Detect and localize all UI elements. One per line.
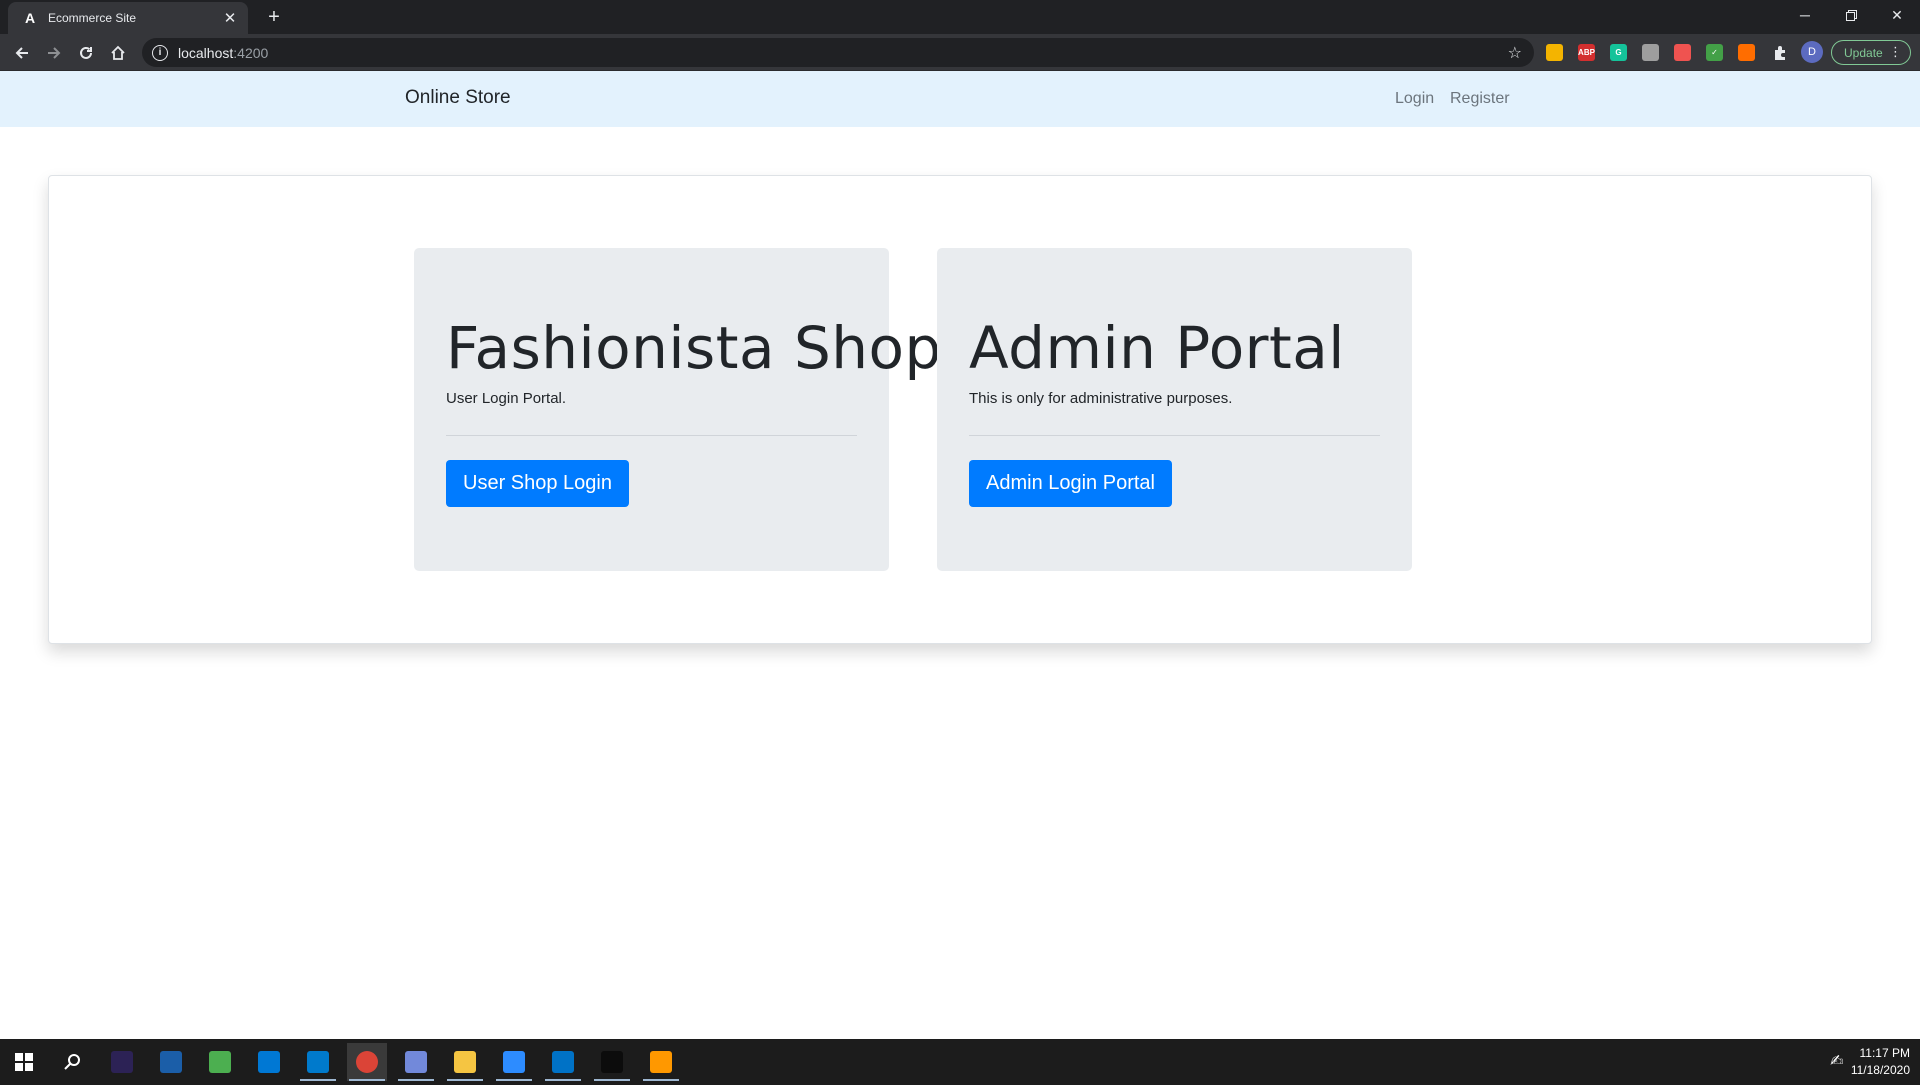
chrome-taskbar-button[interactable] [347, 1043, 387, 1081]
close-window-icon[interactable]: ✕ [1874, 0, 1920, 30]
sublime-taskbar-button[interactable] [641, 1043, 681, 1081]
admin-login-portal-button[interactable]: Admin Login Portal [969, 460, 1172, 507]
grammarly-extension-icon[interactable]: G [1610, 44, 1627, 61]
angular-favicon-icon: A [24, 10, 36, 26]
url-port: :4200 [233, 44, 269, 61]
navbar-brand[interactable]: Online Store [405, 87, 511, 109]
new-tab-icon[interactable]: + [262, 5, 286, 29]
sublime-icon [650, 1051, 672, 1073]
admin-portal-lead: This is only for administrative purposes… [969, 390, 1233, 407]
file-explorer-icon [454, 1051, 476, 1073]
virtualbox-icon [160, 1051, 182, 1073]
fire-extension-icon[interactable] [1738, 44, 1755, 61]
upload-app-taskbar-button[interactable] [249, 1043, 289, 1081]
zoom-taskbar-button[interactable] [494, 1043, 534, 1081]
tab-title: Ecommerce Site [48, 11, 137, 25]
eclipse-taskbar-button[interactable] [102, 1043, 142, 1081]
puzzle-extensions-icon[interactable] [1766, 39, 1794, 67]
home-icon[interactable] [104, 39, 132, 67]
nav-register-link[interactable]: Register [1450, 90, 1510, 108]
terminal-icon [601, 1051, 623, 1073]
minimize-icon[interactable]: ─ [1782, 0, 1828, 30]
back-icon[interactable] [8, 39, 36, 67]
check-extension-icon[interactable]: ✓ [1706, 44, 1723, 61]
vscode-icon [307, 1051, 329, 1073]
discord-icon [405, 1051, 427, 1073]
discord-taskbar-button[interactable] [396, 1043, 436, 1081]
start-icon [13, 1051, 35, 1073]
media-app-icon [209, 1051, 231, 1073]
update-label: Update [1844, 45, 1883, 60]
notes-extension-icon[interactable] [1546, 44, 1563, 61]
system-clock[interactable]: 11:17 PM 11/18/2020 [1851, 1045, 1910, 1079]
admin-portal-jumbotron: Admin Portal This is only for administra… [937, 248, 1412, 571]
browser-tab-strip: A Ecommerce Site ✕ + ─ ✕ [0, 0, 1920, 34]
close-tab-icon[interactable]: ✕ [222, 9, 238, 27]
capture-extension-icon[interactable] [1642, 44, 1659, 61]
virtualbox-taskbar-button[interactable] [151, 1043, 191, 1081]
mail-taskbar-button[interactable] [543, 1043, 583, 1081]
restore-icon[interactable] [1828, 0, 1874, 30]
address-bar[interactable]: i localhost:4200 ☆ [142, 38, 1534, 67]
reload-icon[interactable] [72, 39, 100, 67]
more-menu-icon[interactable]: ⋮ [1889, 44, 1902, 60]
terminal-taskbar-button[interactable] [592, 1043, 632, 1081]
admin-portal-divider [969, 435, 1380, 436]
update-button[interactable]: Update ⋮ [1831, 40, 1911, 65]
site-info-icon[interactable]: i [152, 44, 168, 61]
vscode-taskbar-button[interactable] [298, 1043, 338, 1081]
windows-taskbar: ✍ 11:17 PM 11/18/2020 [0, 1039, 1920, 1085]
bookmark-star-icon[interactable]: ☆ [1508, 43, 1522, 63]
user-shop-divider [446, 435, 857, 436]
url-host: localhost [178, 44, 234, 61]
main-card: Fashionista Shop User Login Portal. User… [48, 175, 1872, 644]
user-shop-title: Fashionista Shop [446, 314, 942, 382]
upload-app-icon [258, 1051, 280, 1073]
web-page: Online Store Login Register Fashionista … [0, 71, 1920, 1039]
adblock-extension-icon[interactable]: ABP [1578, 44, 1595, 61]
file-explorer-taskbar-button[interactable] [445, 1043, 485, 1081]
video-extension-icon[interactable] [1674, 44, 1691, 61]
search-taskbar-button[interactable] [53, 1043, 93, 1081]
browser-tab[interactable]: A Ecommerce Site ✕ [8, 2, 248, 34]
mail-icon [552, 1051, 574, 1073]
user-shop-login-button[interactable]: User Shop Login [446, 460, 629, 507]
media-app-taskbar-button[interactable] [200, 1043, 240, 1081]
user-shop-lead: User Login Portal. [446, 390, 567, 407]
admin-portal-title: Admin Portal [969, 314, 1345, 382]
user-shop-jumbotron: Fashionista Shop User Login Portal. User… [414, 248, 941, 571]
eclipse-icon [111, 1051, 133, 1073]
search-icon [62, 1051, 84, 1073]
profile-avatar[interactable]: D [1801, 41, 1823, 63]
forward-icon[interactable] [40, 39, 68, 67]
start-taskbar-button[interactable] [4, 1043, 44, 1081]
chrome-icon [356, 1051, 378, 1073]
clock-time: 11:17 PM [1859, 1046, 1910, 1060]
clock-date: 11/18/2020 [1850, 1063, 1910, 1077]
site-navbar: Online Store Login Register [0, 71, 1920, 127]
nav-login-link[interactable]: Login [1395, 90, 1434, 108]
pen-icon[interactable]: ✍ [1830, 1051, 1843, 1071]
zoom-icon [503, 1051, 525, 1073]
browser-toolbar: i localhost:4200 ☆ ABP G ✓ D Update ⋮ [0, 34, 1920, 71]
